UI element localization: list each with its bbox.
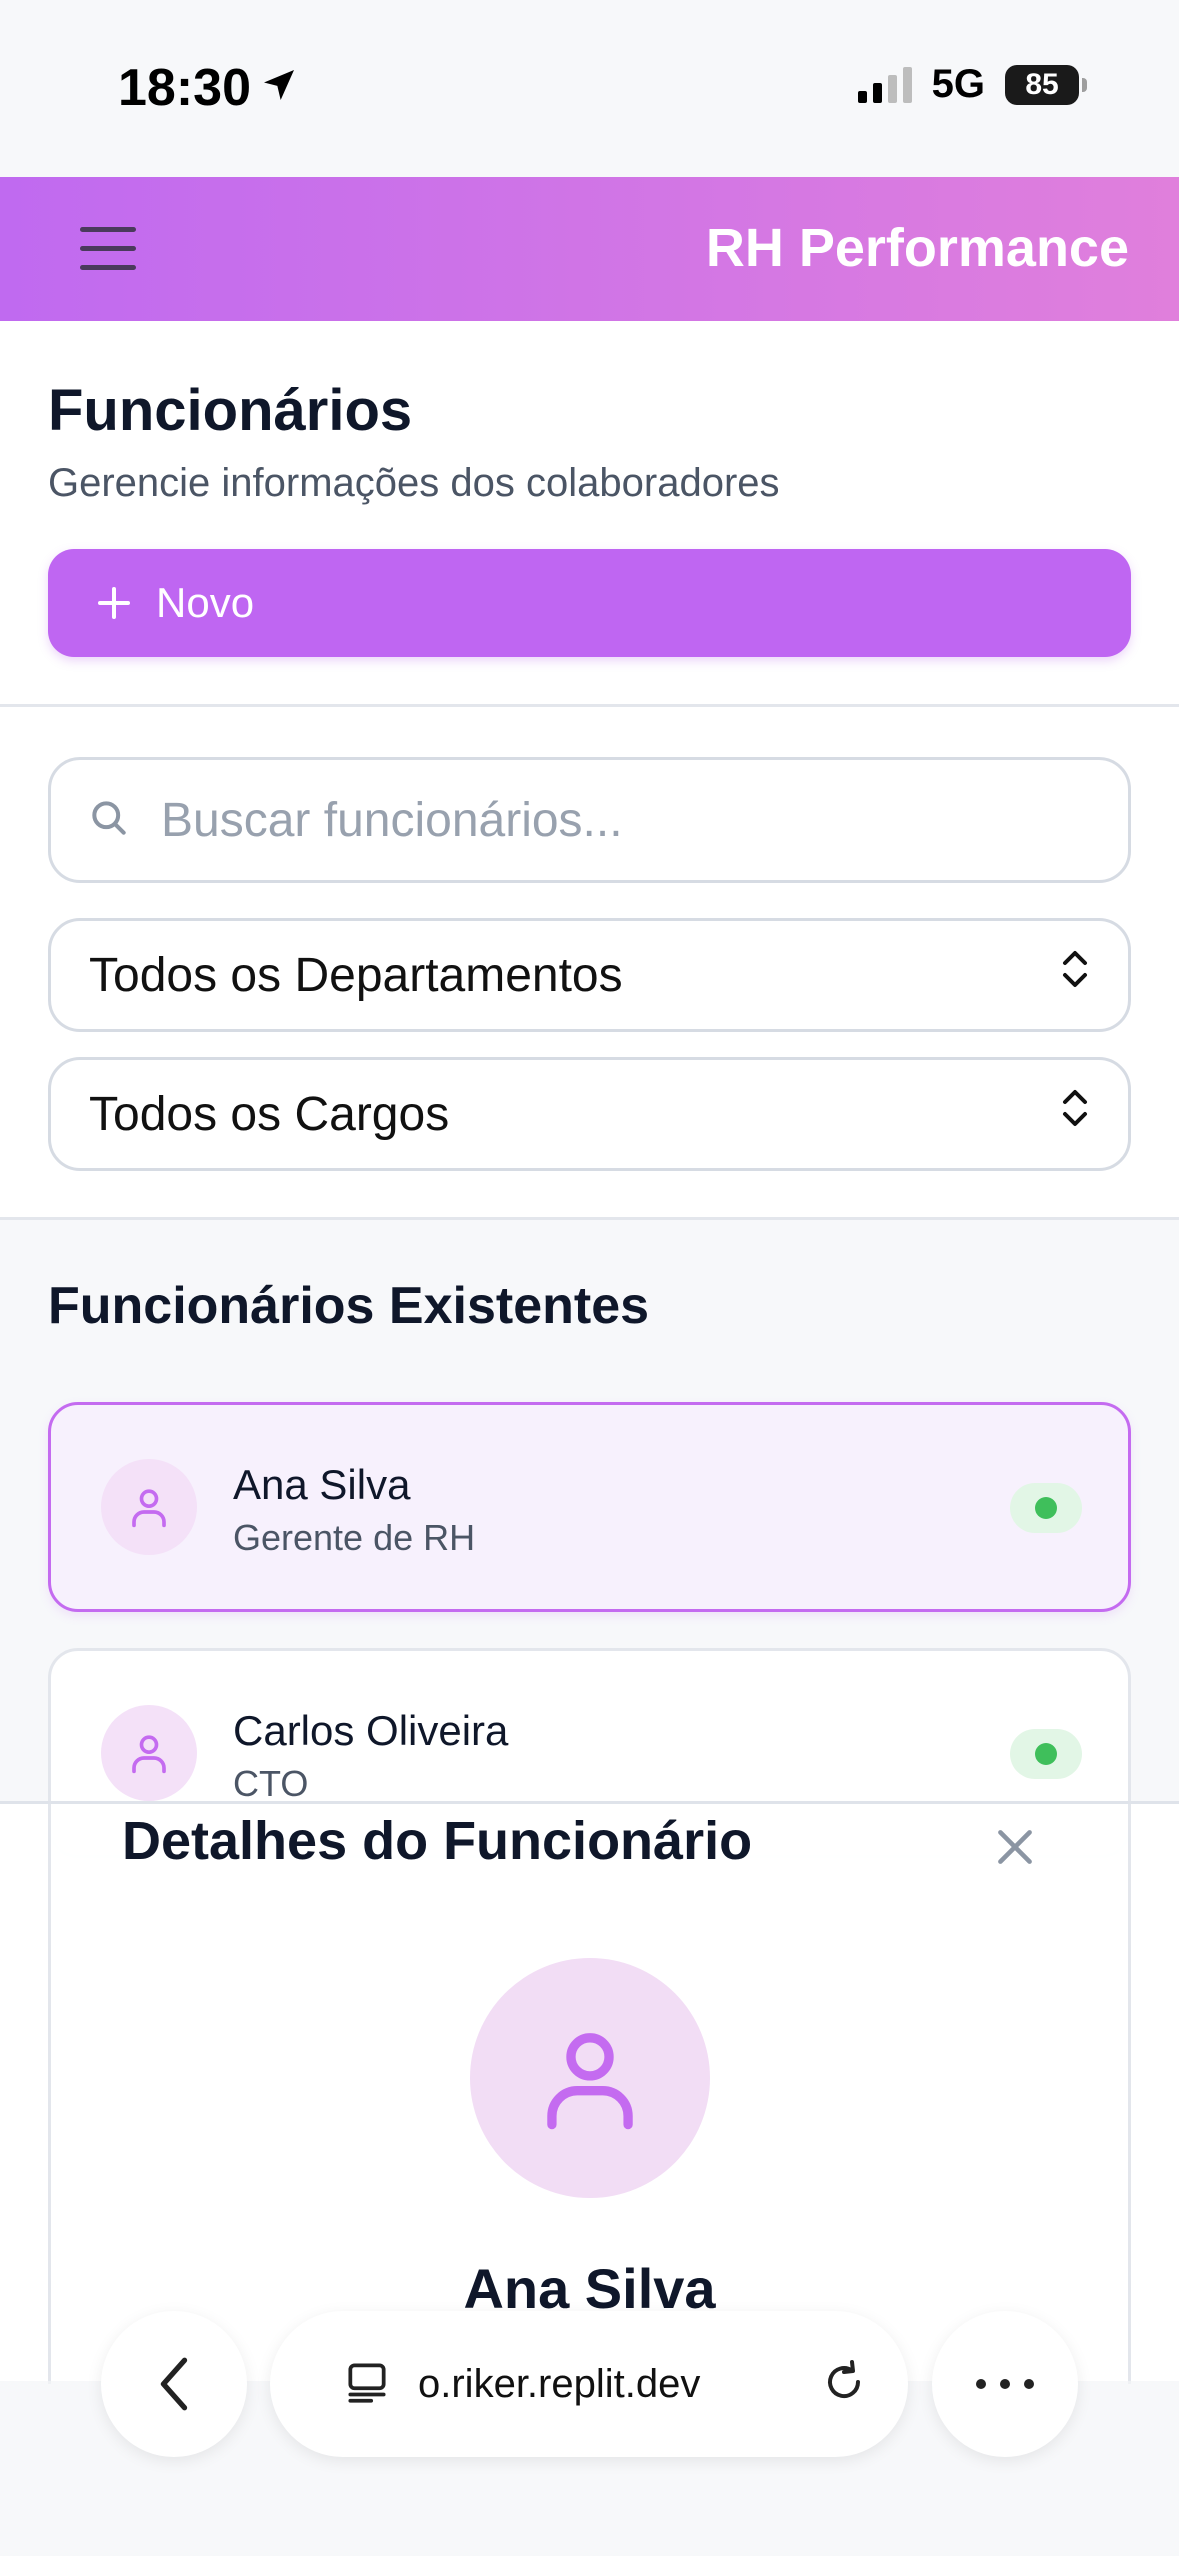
employee-name: Carlos Oliveira [233,1707,509,1754]
chevron-up-down-icon [1058,947,1092,1003]
new-employee-button[interactable]: Novo [48,549,1131,657]
page-subtitle: Gerencie informações dos colaboradores [48,461,780,505]
status-time: 18:30 [118,58,299,118]
back-button[interactable] [101,2311,247,2457]
close-icon[interactable] [990,1822,1040,1872]
page-title: Funcionários [48,378,413,443]
search-box[interactable] [48,757,1131,883]
detail-sheet-title: Detalhes do Funcionário [122,1811,753,1871]
status-badge [1010,1483,1082,1533]
ellipsis-icon [976,2379,1034,2389]
plus-icon [98,587,130,619]
user-icon [547,2033,633,2130]
new-button-label: Novo [156,579,255,626]
address-bar[interactable]: o.riker.replit.dev [270,2311,908,2457]
battery-level: 85 [1025,67,1059,101]
search-input[interactable] [161,792,1061,848]
employee-detail-sheet: Detalhes do Funcionário Ana Silva Gerent… [0,1801,1179,2396]
menu-icon[interactable] [80,223,136,275]
status-dot [1035,1497,1057,1519]
more-button[interactable] [932,2311,1078,2457]
user-icon [101,1705,197,1801]
battery-icon: 85 [1005,64,1087,105]
cellular-signal-icon [857,66,912,103]
role-select-value: Todos os Cargos [89,1087,450,1141]
employee-name: Ana Silva [233,1461,411,1508]
chevron-up-down-icon [1058,1086,1092,1142]
search-icon [87,796,131,845]
reload-icon[interactable] [820,2358,868,2411]
employee-card[interactable]: Ana Silva Gerente de RH [48,1402,1131,1612]
browser-toolbar: o.riker.replit.dev [0,2311,1179,2556]
tabs-icon[interactable] [342,2357,392,2412]
network-type: 5G [931,62,985,106]
employees-section-title: Funcionários Existentes [48,1277,650,1335]
status-bar: 18:30 5G 85 [0,0,1179,177]
location-arrow-icon [259,58,299,118]
filters-section: Todos os Departamentos Todos os Cargos [0,707,1179,1220]
employee-role: CTO [233,1763,309,1804]
status-badge [1010,1729,1082,1779]
url-text: o.riker.replit.dev [418,2361,701,2406]
user-icon [101,1459,197,1555]
page-header-section: Funcionários Gerencie informações dos co… [0,321,1179,707]
role-select[interactable]: Todos os Cargos [48,1057,1131,1171]
chevron-left-icon [160,2357,188,2411]
clock-text: 18:30 [118,59,251,117]
app-title: RH Performance [705,218,1129,278]
status-indicators: 5G 85 [857,62,1087,107]
department-select-value: Todos os Departamentos [89,948,623,1002]
department-select[interactable]: Todos os Departamentos [48,918,1131,1032]
app-header: RH Performance [0,177,1179,321]
employee-role: Gerente de RH [233,1517,476,1558]
status-dot [1035,1743,1057,1765]
detail-avatar [470,1958,710,2198]
